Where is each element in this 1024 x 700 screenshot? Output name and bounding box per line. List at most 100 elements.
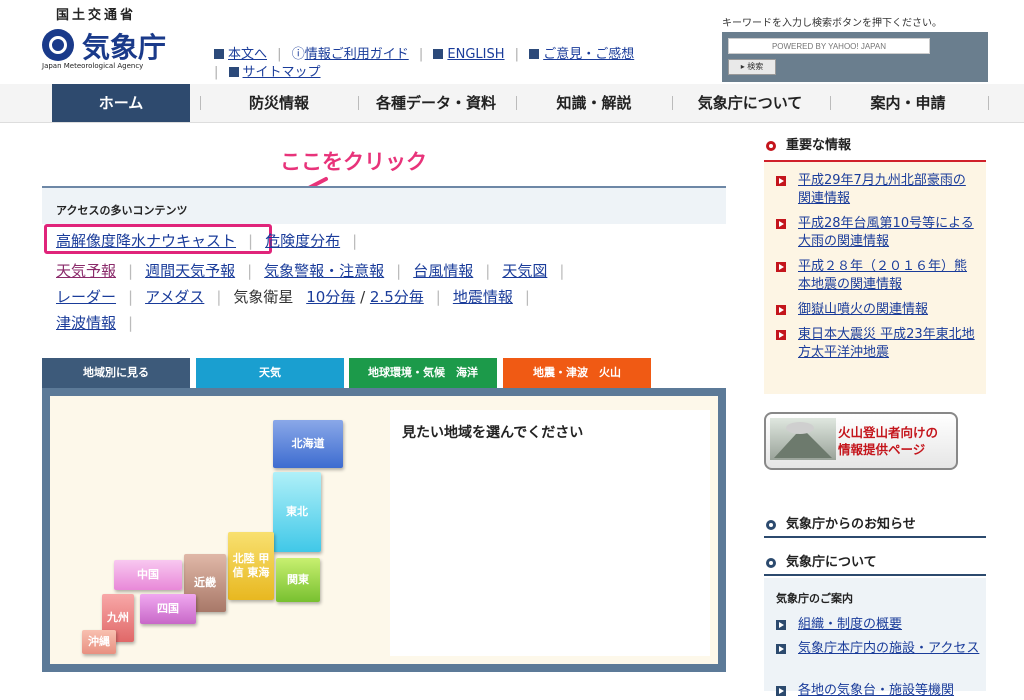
link-warnings[interactable]: 気象警報・注意報 bbox=[264, 262, 384, 280]
important-item-tohoku-quake[interactable]: 東日本大震災 平成23年東北地方太平洋沖地震 bbox=[774, 326, 978, 362]
link-risk-map[interactable]: 危険度分布 bbox=[265, 232, 340, 250]
link-forecast[interactable]: 天気予報 bbox=[56, 262, 116, 280]
volcano-icon bbox=[774, 422, 832, 458]
region-shikoku[interactable]: 四国 bbox=[140, 594, 196, 624]
nav-tab-disaster[interactable]: 防災情報 bbox=[210, 84, 348, 122]
region-okinawa[interactable]: 沖縄 bbox=[82, 630, 116, 654]
square-arrow-icon bbox=[529, 49, 540, 59]
popular-row-1: 高解像度降水ナウキャスト | 危険度分布 | bbox=[56, 232, 358, 250]
important-item-kyushu-rain[interactable]: 平成29年7月九州北部豪雨の関連情報 bbox=[774, 172, 978, 208]
region-prompt-box: 見たい地域を選んでください bbox=[390, 410, 710, 656]
region-map-area: 北海道 東北 北陸 甲信 東海 関東 近畿 中国 四国 九州 沖縄 見たい地域を… bbox=[50, 396, 718, 664]
important-item-ontake[interactable]: 御嶽山噴火の関連情報 bbox=[774, 301, 978, 319]
link-skip-to-content[interactable]: 本文へ bbox=[214, 46, 267, 64]
link-satellite-25min[interactable]: 2.5分毎 bbox=[370, 288, 424, 306]
important-bullet-icon bbox=[766, 141, 776, 151]
about-bullet-icon bbox=[766, 558, 776, 568]
region-kanto[interactable]: 関東 bbox=[276, 558, 320, 602]
popular-row-3: レーダー | アメダス | 気象衛星 10分毎 / 2.5分毎 | 地震情報 | bbox=[56, 288, 530, 306]
region-map-panel: 北海道 東北 北陸 甲信 東海 関東 近畿 中国 四国 九州 沖縄 見たい地域を… bbox=[42, 388, 726, 672]
arrow-square-icon bbox=[776, 644, 786, 654]
square-arrow-icon bbox=[214, 49, 224, 59]
arrow-square-icon bbox=[776, 330, 786, 340]
link-nowcast[interactable]: 高解像度降水ナウキャスト bbox=[56, 232, 236, 250]
search-button[interactable]: ▸ 検索 bbox=[728, 59, 776, 75]
popular-row-2: 天気予報 | 週間天気予報 | 気象警報・注意報 | 台風情報 | 天気図 | bbox=[56, 262, 565, 280]
tab-weather[interactable]: 天気 bbox=[196, 358, 344, 388]
important-info: 重要な情報 平成29年7月九州北部豪雨の関連情報 平成28年台風第10号等による… bbox=[764, 132, 986, 394]
link-radar[interactable]: レーダー bbox=[56, 288, 116, 306]
link-tsunami[interactable]: 津波情報 bbox=[56, 314, 116, 332]
link-feedback[interactable]: ご意見・ご感想 bbox=[529, 46, 634, 64]
arrow-square-icon bbox=[776, 686, 786, 696]
utility-links: 本文へ | ⓘ情報ご利用ガイド | ENGLISH | ご意見・ご感想 | サイ… bbox=[214, 46, 635, 82]
link-satellite-10min[interactable]: 10分毎 bbox=[306, 288, 355, 306]
arrow-square-icon bbox=[776, 176, 786, 186]
arrow-square-icon bbox=[776, 219, 786, 229]
nav-tab-data[interactable]: 各種データ・資料 bbox=[366, 84, 506, 122]
satellite-label: 気象衛星 bbox=[233, 288, 294, 306]
about-item-organization[interactable]: 組織・制度の概要 bbox=[776, 616, 986, 634]
link-weekly-forecast[interactable]: 週間天気予報 bbox=[145, 262, 235, 280]
volcano-climbers-banner[interactable]: 火山登山者向けの 情報提供ページ bbox=[764, 412, 958, 470]
agency-name: 気象庁 bbox=[82, 31, 167, 64]
jma-logo-mark-icon bbox=[42, 29, 74, 61]
jma-logo[interactable]: 国土交通省 気象庁 Japan Meteorological Agency bbox=[42, 4, 172, 74]
notice-bullet-icon bbox=[766, 520, 776, 530]
about-list: 気象庁のご案内 組織・制度の概要 気象庁本庁内の施設・アクセス 各地の気象台・施… bbox=[764, 578, 986, 698]
important-item-typhoon10[interactable]: 平成28年台風第10号等による大雨の関連情報 bbox=[774, 215, 978, 251]
search-hint: キーワードを入力し検索ボタンを押下ください。 bbox=[722, 18, 942, 29]
ministry-name: 国土交通省 bbox=[56, 8, 137, 23]
region-chugoku[interactable]: 中国 bbox=[114, 560, 182, 590]
search-input[interactable] bbox=[728, 38, 930, 54]
tab-by-region[interactable]: 地域別に見る bbox=[42, 358, 190, 388]
popular-contents-title: アクセスの多いコンテンツ bbox=[56, 204, 188, 217]
popular-row-4: 津波情報 | bbox=[56, 314, 134, 332]
notices-title: 気象庁からのお知らせ bbox=[786, 517, 916, 532]
agency-name-en: Japan Meteorological Agency bbox=[42, 62, 144, 70]
satellite-slash: / bbox=[360, 288, 366, 306]
popular-contents-header: アクセスの多いコンテンツ bbox=[42, 186, 726, 224]
arrow-square-icon bbox=[776, 620, 786, 630]
about-item-offices[interactable]: 各地の気象台・施設等機関 bbox=[776, 682, 986, 700]
important-info-header: 重要な情報 bbox=[764, 132, 986, 162]
header: 国土交通省 気象庁 Japan Meteorological Agency 本文… bbox=[0, 0, 1024, 84]
square-arrow-icon bbox=[228, 67, 239, 77]
square-arrow-icon bbox=[433, 49, 444, 59]
search-panel: ▸ 検索 bbox=[722, 32, 988, 82]
important-info-title: 重要な情報 bbox=[786, 138, 852, 153]
link-sitemap[interactable]: サイトマップ bbox=[228, 64, 321, 82]
important-item-kumamoto[interactable]: 平成２８年（２０１６年）熊本地震の関連情報 bbox=[774, 258, 978, 294]
arrow-square-icon bbox=[776, 305, 786, 315]
nav-tab-home[interactable]: ホーム bbox=[52, 84, 190, 122]
volcano-image bbox=[770, 418, 836, 460]
global-nav: ホーム 防災情報 各種データ・資料 知識・解説 気象庁について 案内・申請 bbox=[0, 84, 1024, 123]
link-typhoon[interactable]: 台風情報 bbox=[413, 262, 473, 280]
region-prompt: 見たい地域を選んでください bbox=[402, 425, 584, 441]
link-english[interactable]: ENGLISH bbox=[433, 46, 505, 64]
nav-tab-about[interactable]: 気象庁について bbox=[680, 84, 820, 122]
arrow-square-icon bbox=[776, 262, 786, 272]
link-amedas[interactable]: アメダス bbox=[145, 288, 204, 306]
annotation-click-here: ここをクリック bbox=[280, 150, 427, 174]
popular-contents: アクセスの多いコンテンツ 高解像度降水ナウキャスト | 危険度分布 | 天気予報 | 週間… bbox=[42, 186, 726, 334]
about-title: 気象庁について bbox=[786, 555, 877, 570]
region-hokuriku-koshin-tokai[interactable]: 北陸 甲信 東海 bbox=[228, 532, 274, 600]
link-weather-map[interactable]: 天気図 bbox=[502, 262, 547, 280]
notices-header[interactable]: 気象庁からのお知らせ bbox=[764, 512, 986, 538]
volcano-banner-text: 火山登山者向けの 情報提供ページ bbox=[838, 425, 939, 457]
about-item-facilities[interactable]: 気象庁本庁内の施設・アクセス bbox=[776, 640, 986, 658]
info-icon: ⓘ bbox=[291, 47, 305, 62]
about-subtitle: 気象庁のご案内 bbox=[776, 592, 853, 605]
about-header[interactable]: 気象庁について bbox=[764, 550, 986, 576]
region-tohoku[interactable]: 東北 bbox=[273, 472, 321, 552]
search-box: キーワードを入力し検索ボタンを押下ください。 ▸ 検索 bbox=[722, 14, 988, 82]
important-info-list: 平成29年7月九州北部豪雨の関連情報 平成28年台風第10号等による大雨の関連情… bbox=[764, 162, 986, 394]
nav-tab-guide[interactable]: 案内・申請 bbox=[838, 84, 978, 122]
link-usage-guide[interactable]: ⓘ情報ご利用ガイド bbox=[292, 46, 409, 64]
nav-tab-knowledge[interactable]: 知識・解説 bbox=[524, 84, 664, 122]
tab-environment[interactable]: 地球環境・気候 海洋 bbox=[349, 358, 497, 388]
tab-earthquake[interactable]: 地震・津波 火山 bbox=[503, 358, 651, 388]
region-hokkaido[interactable]: 北海道 bbox=[273, 420, 343, 468]
link-earthquake[interactable]: 地震情報 bbox=[453, 288, 513, 306]
